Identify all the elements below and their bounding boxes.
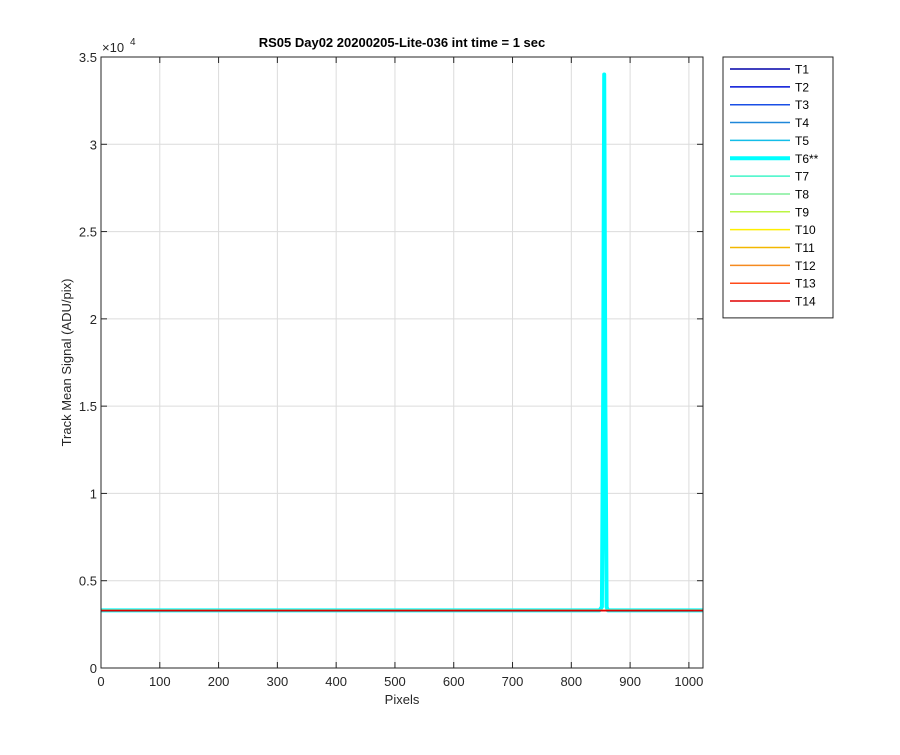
y-tick-label: 1.5: [79, 399, 97, 414]
x-tick-label: 800: [560, 674, 582, 689]
y-tick-label: 1: [90, 486, 97, 501]
x-axis-label: Pixels: [385, 692, 420, 707]
y-exponent-power: 4: [130, 37, 136, 48]
x-tick-label: 1000: [674, 674, 703, 689]
legend-label: T3: [795, 98, 809, 112]
y-tick-label: 2: [90, 312, 97, 327]
legend-label: T5: [795, 134, 809, 148]
x-tick-label: 600: [443, 674, 465, 689]
y-tick-label: 0.5: [79, 574, 97, 589]
x-tick-label: 0: [97, 674, 104, 689]
chart-svg: 0 100 200 300 400 500 600 700 800 900 1000 0 0.5 1 1.5…: [0, 0, 900, 750]
legend: T1 T2 T3 T4 T5 T6** T7 T8 T9 T10 T11 T12 T13 T14: [722, 56, 834, 319]
y-axis-label: Track Mean Signal (ADU/pix): [59, 279, 74, 447]
chart-figure: 0 100 200 300 400 500 600 700 800 900 1000 0 0.5 1 1.5…: [0, 0, 900, 750]
x-tick-label: 900: [619, 674, 641, 689]
legend-label: T14: [795, 295, 816, 309]
legend-label: T12: [795, 259, 816, 273]
plot-area: [101, 57, 703, 668]
legend-label: T11: [795, 241, 815, 255]
y-tick-label: 3: [90, 137, 97, 152]
legend-label: T1: [795, 63, 809, 77]
y-tick-label: 3.5: [79, 50, 97, 65]
x-tick-label: 400: [325, 674, 347, 689]
x-tick-label: 200: [208, 674, 230, 689]
y-tick-label: 0: [90, 661, 97, 676]
x-tick-label: 300: [267, 674, 289, 689]
x-tick-label: 700: [502, 674, 524, 689]
legend-label: T2: [795, 80, 809, 94]
x-tick-label: 500: [384, 674, 406, 689]
x-tick-label: 100: [149, 674, 171, 689]
legend-label: T10: [795, 223, 816, 237]
legend-label: T13: [795, 277, 816, 291]
legend-label: T9: [795, 205, 809, 219]
y-tick-label: 2.5: [79, 225, 97, 240]
chart-title: RS05 Day02 20200205-Lite-036 int time = …: [259, 35, 546, 50]
legend-label: T4: [795, 116, 809, 130]
legend-box: [722, 56, 834, 319]
legend-label: T8: [795, 187, 809, 201]
y-exponent-base: ×10: [102, 40, 124, 55]
legend-label: T6**: [795, 152, 819, 166]
legend-label: T7: [795, 170, 809, 184]
